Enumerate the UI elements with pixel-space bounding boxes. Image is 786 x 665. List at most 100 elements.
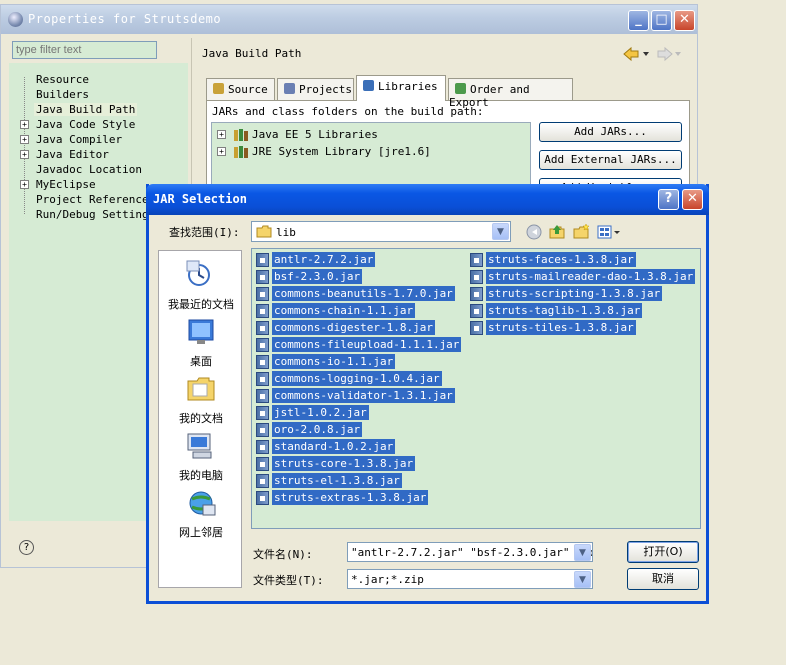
back-arrow-icon[interactable]	[623, 46, 649, 62]
filename-label: 文件名(N):	[253, 548, 313, 561]
file-name: commons-io-1.1.jar	[272, 354, 396, 369]
dialog-title-bar[interactable]: JAR Selection ? ✕	[146, 184, 709, 215]
jar-file-icon	[470, 253, 483, 267]
tab-order-and-export[interactable]: Order and Export	[448, 78, 573, 109]
jar-file-icon	[470, 304, 483, 318]
filetype-select[interactable]: *.jar;*.zip ▼	[347, 569, 593, 589]
file-name: bsf-2.3.0.jar	[272, 269, 363, 284]
place-my-documents[interactable]: 我的文档	[159, 373, 243, 426]
place-label: 我的文档	[179, 412, 223, 425]
maximize-button[interactable]: □	[651, 10, 672, 31]
properties-title-bar[interactable]: Properties for Strutsdemo _ □ ✕	[1, 5, 697, 34]
file-name: struts-el-1.3.8.jar	[272, 473, 402, 488]
forward-arrow-icon[interactable]	[657, 46, 681, 62]
desktop-icon	[188, 319, 214, 344]
look-in-value: lib	[276, 226, 296, 239]
source-folder-icon	[213, 83, 224, 94]
jar-file-icon	[256, 474, 269, 488]
chevron-down-icon[interactable]: ▼	[574, 544, 591, 561]
expand-icon[interactable]: +	[20, 120, 29, 129]
place-my-computer[interactable]: 我的电脑	[159, 430, 243, 483]
add-external-jars-button[interactable]: Add External JARs...	[539, 150, 682, 170]
places-bar: 我最近的文档 桌面我的文档我的电脑网上邻居	[158, 250, 242, 588]
place-label: 我的电脑	[179, 469, 223, 482]
filetype-label: 文件类型(T):	[253, 574, 324, 587]
jar-file-icon	[256, 406, 269, 420]
panel-label: JARs and class folders on the build path…	[212, 105, 484, 118]
my-computer-icon	[187, 433, 212, 459]
nav-item-project-references[interactable]: Project References	[36, 193, 155, 206]
file-name: jstl-1.0.2.jar	[272, 405, 369, 420]
file-name: struts-extras-1.3.8.jar	[272, 490, 429, 505]
filter-input[interactable]	[12, 41, 157, 59]
open-button[interactable]: 打开(O)	[627, 541, 699, 563]
expand-icon[interactable]: +	[217, 147, 226, 156]
file-name: standard-1.0.2.jar	[272, 439, 396, 454]
tab-libraries[interactable]: Libraries	[356, 75, 446, 101]
nav-item-java-code-style[interactable]: Java Code Style	[36, 118, 135, 131]
file-name: commons-digester-1.8.jar	[272, 320, 435, 335]
recent-documents-icon	[186, 260, 210, 286]
nav-item-builders[interactable]: Builders	[36, 88, 89, 101]
jar-selection-dialog: JAR Selection ? ✕ 查找范围(I): lib ▼ 我最近的文档桌…	[146, 184, 709, 604]
up-folder-icon[interactable]	[549, 224, 566, 240]
properties-title: Properties for Strutsdemo	[28, 12, 222, 26]
network-places-icon	[189, 491, 216, 516]
expand-icon[interactable]: +	[20, 135, 29, 144]
file-name: antlr-2.7.2.jar	[272, 252, 376, 267]
jar-file-icon	[256, 253, 269, 267]
jar-file-icon	[470, 270, 483, 284]
filename-input[interactable]: "antlr-2.7.2.jar" "bsf-2.3.0.jar" "commo…	[347, 542, 593, 562]
nav-item-java-compiler[interactable]: Java Compiler	[36, 133, 122, 146]
tab-source[interactable]: Source	[206, 78, 275, 100]
jar-file-icon	[256, 321, 269, 335]
nav-item-java-build-path[interactable]: Java Build Path	[34, 103, 138, 116]
back-icon[interactable]	[526, 224, 543, 240]
nav-item-java-editor[interactable]: Java Editor	[36, 148, 109, 161]
filetype-value: *.jar;*.zip	[351, 573, 424, 586]
file-list[interactable]: antlr-2.7.2.jar bsf-2.3.0.jar commons-bean…	[251, 248, 701, 529]
jar-file-icon	[470, 321, 483, 335]
my-documents-icon	[187, 377, 215, 401]
nav-item-javadoc-location[interactable]: Javadoc Location	[36, 163, 142, 176]
file-name: struts-core-1.3.8.jar	[272, 456, 416, 471]
dialog-title: JAR Selection	[153, 192, 247, 206]
new-folder-icon[interactable]	[573, 224, 590, 240]
jar-file-icon	[256, 287, 269, 301]
dialog-close-button[interactable]: ✕	[682, 189, 703, 210]
expand-icon[interactable]: +	[217, 130, 226, 139]
place-network-places[interactable]: 网上邻居	[159, 487, 243, 540]
file-name: oro-2.0.8.jar	[272, 422, 363, 437]
place-label: 桌面	[190, 355, 212, 368]
jar-file-icon	[256, 304, 269, 318]
cancel-button[interactable]: 取消	[627, 568, 699, 590]
look-in-select[interactable]: lib ▼	[251, 221, 511, 242]
add-jars-button[interactable]: Add JARs...	[539, 122, 682, 142]
file-name: commons-fileupload-1.1.1.jar	[272, 337, 462, 352]
place-desktop[interactable]: 桌面	[159, 316, 243, 369]
minimize-button[interactable]: _	[628, 10, 649, 31]
expand-icon[interactable]: +	[20, 180, 29, 189]
jar-file-icon	[256, 389, 269, 403]
tree-connector	[24, 77, 25, 214]
tab-projects[interactable]: Projects	[277, 78, 354, 100]
chevron-down-icon[interactable]: ▼	[574, 571, 591, 588]
expand-icon[interactable]: +	[20, 150, 29, 159]
nav-item-myeclipse[interactable]: MyEclipse	[36, 178, 96, 191]
place-label: 我最近的文档	[168, 298, 234, 311]
jar-file-icon	[470, 287, 483, 301]
place-recent-documents[interactable]: 我最近的文档	[159, 259, 243, 312]
dialog-help-button[interactable]: ?	[658, 189, 679, 210]
view-menu-icon[interactable]	[597, 224, 621, 240]
file-name: commons-validator-1.3.1.jar	[272, 388, 455, 403]
tab-label: Source	[228, 83, 268, 96]
jar-file-icon	[256, 423, 269, 437]
library-icon	[234, 129, 248, 141]
close-button[interactable]: ✕	[674, 10, 695, 31]
help-icon[interactable]: ?	[19, 540, 34, 555]
chevron-down-icon[interactable]: ▼	[492, 223, 509, 240]
nav-item-run-debug-settings[interactable]: Run/Debug Settings	[36, 208, 155, 221]
jar-file-icon	[256, 270, 269, 284]
library-label: JRE System Library [jre1.6]	[252, 145, 431, 158]
nav-item-resource[interactable]: Resource	[36, 73, 89, 86]
